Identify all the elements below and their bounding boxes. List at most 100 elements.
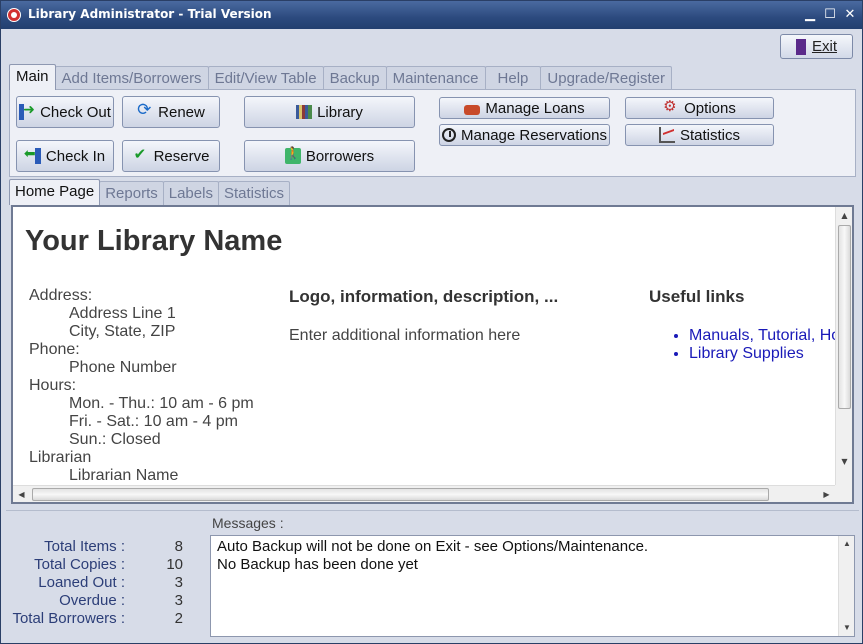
librarian-label: Librarian xyxy=(29,449,92,466)
minimize-icon[interactable]: ▁ xyxy=(802,7,818,23)
home-page-view[interactable]: Your Library Name Address: Address Line … xyxy=(11,205,854,504)
manage-loans-label: Manage Loans xyxy=(485,99,585,117)
check-in-label: Check In xyxy=(45,147,106,165)
title-bar: Library Administrator - Trial Version ▁ … xyxy=(1,1,862,29)
clock-icon xyxy=(442,128,457,142)
tab-main[interactable]: Main xyxy=(9,64,56,90)
options-button[interactable]: Options xyxy=(625,97,774,119)
phone-label: Phone: xyxy=(29,341,80,358)
tab-edit-view-table[interactable]: Edit/View Table xyxy=(207,66,324,90)
scroll-up-icon[interactable]: ▲ xyxy=(836,207,852,224)
tab-maintenance[interactable]: Maintenance xyxy=(385,66,486,90)
loans-icon xyxy=(464,104,481,115)
close-icon[interactable]: ✕ xyxy=(842,7,858,23)
exit-button[interactable]: Exit xyxy=(780,34,853,59)
main-tab-bar: Main Add Items/Borrowers Edit/View Table… xyxy=(9,64,672,90)
stat-label: Total Borrowers : xyxy=(12,610,125,627)
logo-info-heading: Logo, information, description, ... xyxy=(289,287,559,306)
link-manuals[interactable]: Manuals, Tutorial, How to start xyxy=(689,327,835,345)
check-out-button[interactable]: Check Out xyxy=(16,96,114,128)
additional-info-text: Enter additional information here xyxy=(289,327,521,344)
useful-links-column: Useful links Manuals, Tutorial, How to s… xyxy=(649,287,835,363)
link-library-supplies[interactable]: Library Supplies xyxy=(689,345,835,363)
vertical-scrollbar[interactable]: ▲ ▼ xyxy=(835,207,852,487)
scrollbar-corner xyxy=(835,485,852,502)
messages-box[interactable]: Auto Backup will not be done on Exit - s… xyxy=(210,535,855,637)
options-label: Options xyxy=(684,99,736,117)
tab-reports[interactable]: Reports xyxy=(99,181,164,205)
scroll-up-icon[interactable]: ▲ xyxy=(839,536,855,552)
hours-label: Hours: xyxy=(29,377,77,394)
tab-statistics[interactable]: Statistics xyxy=(217,181,290,205)
exit-door-icon xyxy=(795,38,806,55)
borrowers-button[interactable]: Borrowers xyxy=(244,140,415,172)
stat-value: 3 xyxy=(174,574,183,591)
manage-reservations-label: Manage Reservations xyxy=(461,126,607,144)
borrowers-label: Borrowers xyxy=(305,147,375,165)
stats-summary: Total Items : 8 Total Copies : 10 Loaned… xyxy=(7,537,207,627)
stat-label: Overdue : xyxy=(59,592,125,609)
stat-value: 2 xyxy=(174,610,183,627)
phone-number: Phone Number xyxy=(69,359,177,376)
tab-home-page[interactable]: Home Page xyxy=(9,179,101,205)
manage-reservations-button[interactable]: Manage Reservations xyxy=(439,124,610,146)
message-line: Auto Backup will not be done on Exit - s… xyxy=(217,538,649,555)
exit-label: Exit xyxy=(811,38,837,55)
scroll-down-icon[interactable]: ▼ xyxy=(839,620,855,636)
window-title: Library Administrator - Trial Version xyxy=(28,7,272,21)
statistics-button[interactable]: Statistics xyxy=(625,124,774,146)
stat-total-items: Total Items : 8 xyxy=(7,537,207,555)
scroll-down-icon[interactable]: ▼ xyxy=(836,453,852,470)
hours-sunday: Sun.: Closed xyxy=(69,431,161,448)
stat-value: 10 xyxy=(166,556,183,573)
info-column: Logo, information, description, ... Ente… xyxy=(289,287,619,345)
librarian-name: Librarian Name xyxy=(69,467,179,484)
address-label: Address: xyxy=(29,287,93,304)
address-line-1: Address Line 1 xyxy=(69,305,176,322)
tab-upgrade-register[interactable]: Upgrade/Register xyxy=(540,66,672,90)
library-label: Library xyxy=(317,103,363,121)
library-button[interactable]: Library xyxy=(244,96,415,128)
renew-label: Renew xyxy=(158,103,205,121)
scroll-left-icon[interactable]: ◀ xyxy=(13,486,30,502)
vertical-scroll-thumb[interactable] xyxy=(838,225,851,409)
statistics-label: Statistics xyxy=(679,126,740,144)
chart-icon xyxy=(658,127,675,143)
stat-total-copies: Total Copies : 10 xyxy=(7,555,207,573)
stat-label: Total Items : xyxy=(44,538,125,555)
hours-weekday: Mon. - Thu.: 10 am - 6 pm xyxy=(69,395,254,412)
reserve-button[interactable]: Reserve xyxy=(122,140,220,172)
horizontal-scrollbar[interactable]: ◀ ▶ xyxy=(13,485,835,502)
stat-total-borrowers: Total Borrowers : 2 xyxy=(7,609,207,627)
tab-labels[interactable]: Labels xyxy=(162,181,219,205)
check-out-icon xyxy=(19,101,36,120)
check-in-button[interactable]: Check In xyxy=(16,140,114,172)
check-out-label: Check Out xyxy=(40,103,111,121)
link-manuals-text[interactable]: Manuals, Tutorial, How to start xyxy=(689,327,835,344)
gear-icon xyxy=(663,97,679,116)
horizontal-scroll-thumb[interactable] xyxy=(32,488,769,501)
tab-add-items-borrowers[interactable]: Add Items/Borrowers xyxy=(54,66,209,90)
renew-icon xyxy=(137,100,153,120)
books-icon xyxy=(296,105,313,119)
tab-backup[interactable]: Backup xyxy=(322,66,387,90)
stat-value: 3 xyxy=(174,592,183,609)
stat-overdue: Overdue : 3 xyxy=(7,591,207,609)
manage-loans-button[interactable]: Manage Loans xyxy=(439,97,610,119)
app-window: Library Administrator - Trial Version ▁ … xyxy=(0,0,863,644)
home-page-content: Your Library Name Address: Address Line … xyxy=(13,207,835,485)
maximize-icon[interactable]: ☐ xyxy=(822,7,838,23)
tab-help[interactable]: Help xyxy=(484,66,542,90)
contact-info: Address: Address Line 1 City, State, ZIP… xyxy=(29,287,254,485)
stat-label: Total Copies : xyxy=(34,556,125,573)
messages-scrollbar[interactable]: ▲ ▼ xyxy=(838,536,854,636)
reserve-icon xyxy=(133,145,149,164)
stat-label: Loaned Out : xyxy=(38,574,125,591)
library-name-heading: Your Library Name xyxy=(25,225,283,257)
sub-tab-bar: Home Page Reports Labels Statistics xyxy=(9,179,290,205)
scroll-right-icon[interactable]: ▶ xyxy=(818,486,835,502)
check-in-icon xyxy=(24,145,41,164)
reserve-label: Reserve xyxy=(153,147,210,165)
address-line-2: City, State, ZIP xyxy=(69,323,176,340)
renew-button[interactable]: Renew xyxy=(122,96,220,128)
